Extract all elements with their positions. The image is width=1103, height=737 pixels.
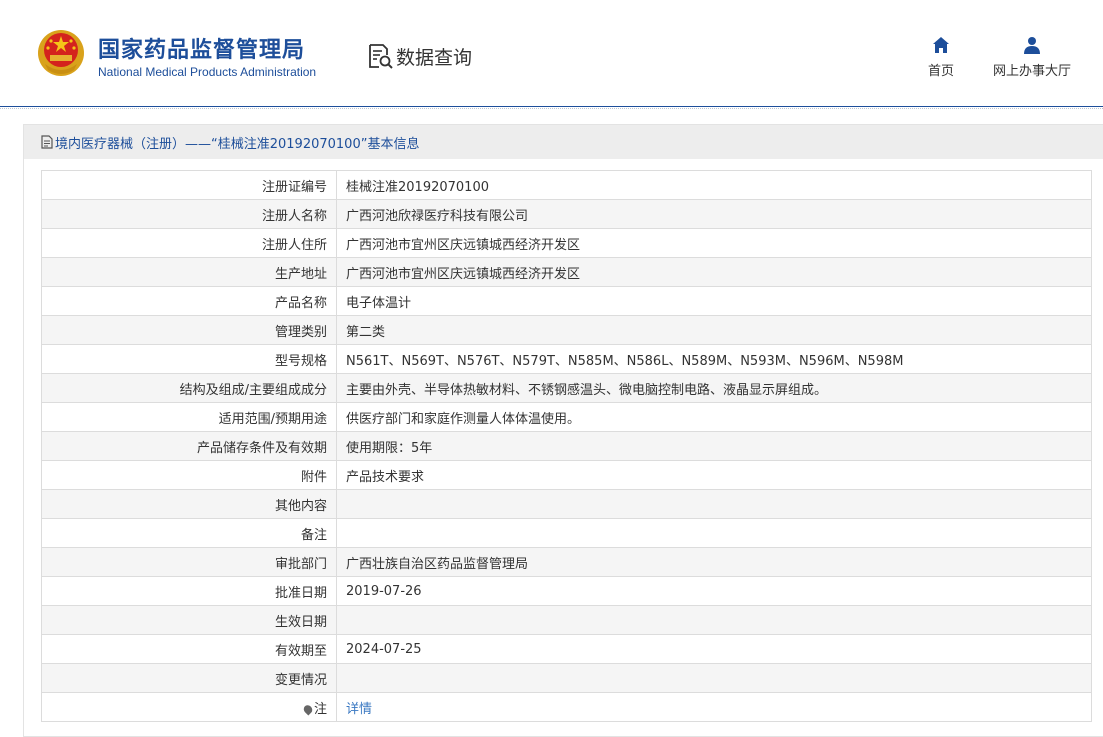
national-emblem-icon (38, 30, 84, 76)
field-label: 产品储存条件及有效期 (41, 431, 337, 461)
field-value: 电子体温计 (336, 286, 1092, 316)
field-label: 批准日期 (41, 576, 337, 606)
site-title: 国家药品监督管理局 (98, 38, 306, 63)
field-value (336, 605, 1092, 635)
header-dotted-divider (0, 108, 1103, 109)
field-label: 产品名称 (41, 286, 337, 316)
field-value: 广西壮族自治区药品监督管理局 (336, 547, 1092, 577)
field-label: 其他内容 (41, 489, 337, 519)
details-link[interactable]: 详情 (346, 702, 372, 717)
field-label: 附件 (41, 460, 337, 490)
field-value (336, 663, 1092, 693)
field-label: 注册人住所 (41, 228, 337, 258)
field-value: 2024-07-25 (336, 634, 1092, 664)
field-value: 广西河池欣禄医疗科技有限公司 (336, 199, 1092, 229)
home-icon (933, 37, 949, 53)
table-row: 附件 产品技术要求 (41, 460, 1092, 490)
field-label: 有效期至 (41, 634, 337, 664)
field-label: 注册证编号 (41, 170, 337, 200)
field-label: 审批部门 (41, 547, 337, 577)
table-row: 型号规格 N561T、N569T、N576T、N579T、N585M、N586L、… (41, 344, 1092, 374)
data-query-label: 数据查询 (366, 42, 472, 70)
note-value: 详情 (336, 692, 1092, 722)
table-row: 产品名称 电子体温计 (41, 286, 1092, 316)
header-divider (0, 106, 1103, 107)
nav-home-label: 首页 (927, 64, 954, 79)
user-icon (1024, 37, 1040, 54)
field-label: 生效日期 (41, 605, 337, 635)
pin-icon (301, 702, 314, 716)
table-row: 产品储存条件及有效期 使用期限：5年 (41, 431, 1092, 461)
field-value: N561T、N569T、N576T、N579T、N585M、N586L、N589… (336, 344, 1092, 374)
field-label: 适用范围/预期用途 (41, 402, 337, 432)
registration-info-table: 注册证编号 桂械注准20192070100 注册人名称 广西河池欣禄医疗科技有限公司注… (41, 170, 1092, 722)
document-search-icon (369, 44, 393, 69)
field-value (336, 518, 1092, 548)
nav-online-hall[interactable]: 网上办事大厅 (988, 36, 1076, 79)
site-title-en: National Medical Products Administration (98, 65, 317, 79)
field-value: 供医疗部门和家庭作测量人体体温使用。 (336, 402, 1092, 432)
field-value: 广西河池市宜州区庆远镇城西经济开发区 (336, 257, 1092, 287)
table-row: 注册证编号 桂械注准20192070100 (41, 170, 1092, 200)
nav-online-hall-label: 网上办事大厅 (992, 64, 1071, 79)
field-value: 主要由外壳、半导体热敏材料、不锈钢感温头、微电脑控制电路、液晶显示屏组成。 (336, 373, 1092, 403)
nav-home[interactable]: 首页 (920, 36, 962, 79)
field-value: 广西河池市宜州区庆远镇城西经济开发区 (336, 228, 1092, 258)
table-row: 变更情况 (41, 663, 1092, 693)
note-label-text: 注 (313, 701, 327, 717)
field-label: 结构及组成/主要组成成分 (41, 373, 337, 403)
table-row: 结构及组成/主要组成成分 主要由外壳、半导体热敏材料、不锈钢感温头、微电脑控制电路… (41, 373, 1092, 403)
field-label: 变更情况 (41, 663, 337, 693)
field-value (336, 489, 1092, 519)
field-label: 注册人名称 (41, 199, 337, 229)
panel-header: 境内医疗器械（注册）——“桂械注准20192070100”基本信息 (24, 125, 1103, 159)
table-row: 生效日期 (41, 605, 1092, 635)
table-row: 生产地址 广西河池市宜州区庆远镇城西经济开发区 (41, 257, 1092, 287)
field-value: 使用期限：5年 (336, 431, 1092, 461)
table-row: 有效期至 2024-07-25 (41, 634, 1092, 664)
table-row: 批准日期 2019-07-26 (41, 576, 1092, 606)
table-row: 注册人名称 广西河池欣禄医疗科技有限公司 (41, 199, 1092, 229)
field-value: 2019-07-26 (336, 576, 1092, 606)
info-panel: 境内医疗器械（注册）——“桂械注准20192070100”基本信息 注册证编号桂… (23, 124, 1103, 737)
field-label: 管理类别 (41, 315, 337, 345)
panel-title: 境内医疗器械（注册）——“桂械注准20192070100”基本信息 (55, 136, 420, 152)
table-row: 管理类别 第二类 (41, 315, 1092, 345)
site-header: 国家药品监督管理局 National Medical Products Admi… (0, 0, 1103, 106)
field-label: 生产地址 (41, 257, 337, 287)
table-row: 注册人住所 广西河池市宜州区庆远镇城西经济开发区 (41, 228, 1092, 258)
table-row: 备注 (41, 518, 1092, 548)
field-value: 产品技术要求 (336, 460, 1092, 490)
document-icon (41, 135, 53, 149)
note-label: 注 (41, 692, 337, 722)
field-label: 型号规格 (41, 344, 337, 374)
data-query-text: 数据查询 (396, 46, 473, 69)
table-row: 审批部门 广西壮族自治区药品监督管理局 (41, 547, 1092, 577)
field-value: 第二类 (336, 315, 1092, 345)
field-value: 桂械注准20192070100 (336, 170, 1092, 200)
field-label: 备注 (41, 518, 337, 548)
table-row: 适用范围/预期用途 供医疗部门和家庭作测量人体体温使用。 (41, 402, 1092, 432)
table-row-note: 注 详情 (41, 692, 1092, 722)
table-row: 其他内容 (41, 489, 1092, 519)
